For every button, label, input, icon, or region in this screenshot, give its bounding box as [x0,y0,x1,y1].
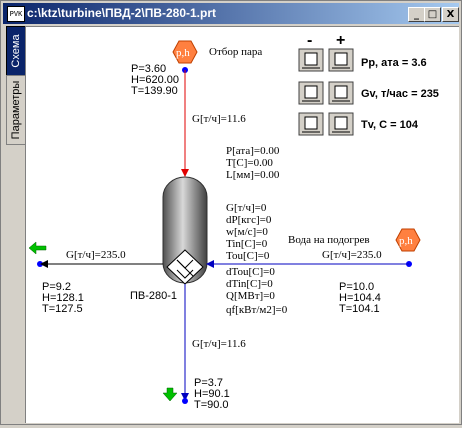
decrease-header: - [307,32,312,49]
param-dp: dP[кгс]=0 [226,214,272,226]
decrease-icon [304,52,318,66]
increase-header: + [336,32,345,49]
temperature-control-label: Tv, C = 104 [361,119,419,131]
drain-flow: G[т/ч]=11.6 [192,338,246,350]
temperature-control-row: Tv, C = 104 [298,112,419,136]
green-left-arrow-icon [28,241,47,255]
app-icon[interactable]: PVK [7,6,25,22]
tab-parameters-label: Параметры [10,80,22,140]
pressure-control-row: Pp, ата = 3.6 [298,48,427,72]
param-flow: G[т/ч]=0 [226,202,267,214]
param-dtin: dTin[C]=0 [226,278,273,290]
window-title: c:\ktz\turbine\ПВД-2\ПВ-280-1.prt [27,6,216,20]
extraction-badge-text: p,h [176,47,190,59]
param-tin: Tin[C]=0 [226,238,268,250]
extraction-temperature: T=139.90 [131,85,178,97]
state-temperature: T[C]=0.00 [226,157,273,169]
drain-node[interactable] [182,398,188,404]
state-level: L[мм]=0.00 [226,169,280,181]
extraction-label: Отбор пара [209,46,262,58]
schema-canvas[interactable]: p,h Отбор пара P=3.60 H=620.00 T=139.90 … [25,26,459,423]
param-dtout: dTou[C]=0 [226,266,275,278]
param-tout: Tou[C]=0 [226,250,270,262]
water-out-temperature: T=127.5 [42,303,83,315]
param-heat-flux: qf[кВт/м2]=0 [226,304,288,316]
water-in-label: Вода на подогрев [288,234,370,246]
flow-control-label: Gv, т/час = 235 [361,88,439,100]
increase-icon [334,116,348,130]
green-down-arrow-icon [162,387,178,402]
tab-parameters[interactable]: Параметры [6,75,25,145]
param-velocity: w[м/с]=0 [226,226,268,238]
heater-name: ПВ-280-1 [130,290,177,302]
schema-diagram: p,h Отбор пара P=3.60 H=620.00 T=139.90 … [28,32,439,411]
increase-icon [334,85,348,99]
application-window: PVK c:\ktz\turbine\ПВД-2\ПВ-280-1.prt _ … [0,0,462,425]
title-bar[interactable]: PVK c:\ktz\turbine\ПВД-2\ПВ-280-1.prt _ … [3,3,459,24]
water-in-badge-text: p,h [399,235,413,247]
decrease-icon [304,116,318,130]
drain-temperature: T=90.0 [194,399,229,411]
tab-schema-label: Схема [10,34,22,68]
tab-schema[interactable]: Схема [6,26,25,76]
maximize-button[interactable]: □ [424,7,441,22]
minimize-button[interactable]: _ [408,7,425,22]
water-in-temperature: T=104.1 [339,303,380,315]
close-button[interactable]: X [442,7,459,22]
param-heat-duty: Q[МВт]=0 [226,290,275,302]
water-in-flow: G[т/ч]=235.0 [322,249,382,261]
decrease-icon [304,85,318,99]
water-out-flow: G[т/ч]=235.0 [66,249,126,261]
vertical-tab-strip: Схема Параметры [4,26,25,426]
flow-control-row: Gv, т/час = 235 [298,81,439,105]
increase-icon [334,52,348,66]
pressure-control-label: Pp, ата = 3.6 [361,57,427,69]
extraction-flow: G[т/ч]=11.6 [192,113,246,125]
state-pressure: P[ата]=0.00 [226,145,280,157]
